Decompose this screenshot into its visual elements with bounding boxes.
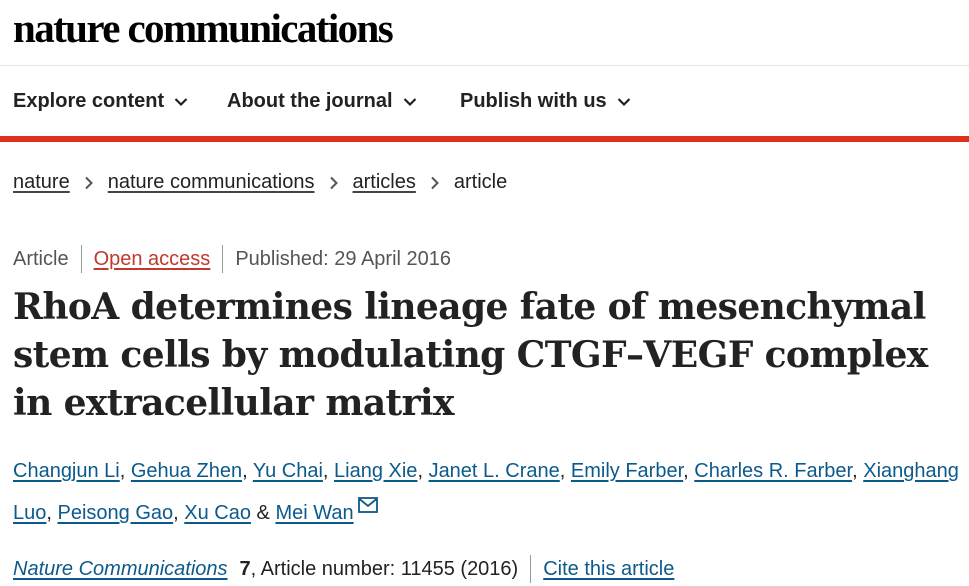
chevron-down-icon	[617, 97, 630, 106]
chevron-right-icon	[431, 176, 439, 189]
nav-label: Publish with us	[460, 90, 607, 112]
chevron-down-icon	[403, 97, 416, 106]
breadcrumb-current: article	[453, 171, 508, 193]
author-separator: ,	[417, 460, 429, 482]
author-separator: ,	[852, 460, 864, 482]
author-separator: ,	[173, 502, 185, 524]
author-separator: ,	[322, 460, 335, 482]
volume-number: 7	[239, 557, 251, 580]
chevron-right-icon	[329, 176, 338, 189]
article-meta: Article Open access Published: 29 April …	[13, 245, 451, 273]
article-title: RhoA determines lineage fate of mesenchy…	[13, 286, 928, 424]
nav-about-journal[interactable]: About the journal	[227, 90, 417, 113]
breadcrumb-nature[interactable]: nature	[13, 171, 70, 194]
masthead: nature communications	[13, 2, 394, 58]
author-conjunction: &	[256, 502, 270, 524]
article-number: , Article number: 11455 (2016)	[250, 557, 519, 580]
author-list: Changjun Li, Gehua Zhen, Yu Chai, Liang …	[13, 450, 963, 534]
nav-explore-content[interactable]: Explore content	[13, 90, 188, 113]
author-link[interactable]: Emily Farber	[571, 460, 683, 482]
corresponding-author-link[interactable]: Mei Wan	[275, 502, 353, 524]
author-separator: ,	[242, 460, 253, 482]
author-separator: ,	[46, 502, 58, 524]
author-separator: ,	[119, 460, 131, 482]
author-link[interactable]: Liang Xie	[334, 460, 417, 482]
main-nav: Explore content About the journal Publis…	[0, 66, 969, 136]
author-link[interactable]: Xu Cao	[184, 502, 251, 524]
cite-this-article-link[interactable]: Cite this article	[543, 558, 674, 581]
meta-divider	[80, 245, 82, 273]
author-link[interactable]: Yu Chai	[253, 460, 323, 482]
citation-line: Nature Communications 7 , Article number…	[13, 555, 674, 583]
journal-name-link[interactable]: Nature Communications	[13, 558, 228, 581]
nav-publish-with-us[interactable]: Publish with us	[460, 90, 631, 113]
accent-rule	[0, 136, 969, 142]
author-link[interactable]: Changjun Li	[13, 460, 120, 482]
published-date: Published: 29 April 2016	[235, 247, 452, 270]
nav-label: About the journal	[227, 90, 393, 112]
author-link[interactable]: Janet L. Crane	[429, 460, 560, 482]
nav-label: Explore content	[13, 90, 165, 112]
author-link[interactable]: Gehua Zhen	[131, 460, 242, 482]
journal-logo[interactable]: nature communications	[13, 2, 394, 54]
article-type: Article	[13, 247, 69, 270]
mail-icon[interactable]	[357, 497, 378, 513]
breadcrumb-nature-communications[interactable]: nature communications	[108, 171, 315, 194]
meta-divider	[222, 245, 224, 273]
citation-divider	[530, 555, 532, 583]
author-separator: ,	[683, 460, 695, 482]
chevron-right-icon	[85, 176, 93, 189]
author-separator: ,	[559, 460, 571, 482]
open-access-link[interactable]: Open access	[94, 248, 211, 271]
author-link[interactable]: Charles R. Farber	[694, 460, 852, 482]
breadcrumb: nature nature communications articles ar…	[13, 171, 507, 194]
chevron-down-icon	[174, 97, 188, 106]
breadcrumb-articles[interactable]: articles	[353, 171, 416, 194]
author-link[interactable]: Peisong Gao	[58, 502, 174, 524]
